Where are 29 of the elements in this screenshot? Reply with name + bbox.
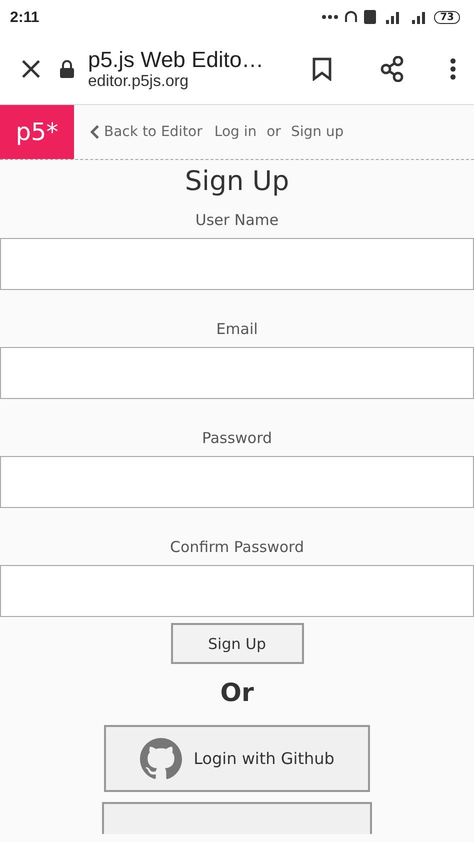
page-url: editor.p5js.org [88,73,190,91]
field-label: Confirm Password [170,538,304,556]
input-field[interactable] [0,456,474,508]
github-login-button[interactable]: Login with Github [104,725,370,792]
battery-level: 73 [434,10,460,24]
login-option-button[interactable] [102,802,372,834]
signup-link[interactable]: Sign up [290,124,344,140]
page-title: p5.js Web Edito… [88,47,265,73]
more-dots-icon [322,15,338,19]
input-field[interactable] [0,565,474,617]
menu-icon [450,58,456,80]
input-field[interactable] [0,238,474,290]
sign-up-button[interactable]: Sign Up [170,623,304,664]
field-label: Email [216,320,258,338]
input-field[interactable] [0,347,474,399]
login-link[interactable]: Log in [214,124,257,140]
clock-time: 2:11 [10,8,40,26]
field-label: Password [202,429,272,447]
cat-silhouette-icon [140,738,182,780]
page-heading: Sign Up [184,166,290,197]
back-link[interactable]: Back to Editor [90,124,202,140]
field-label: User Name [195,211,279,229]
headphones-icon [344,10,358,24]
chevron-left-icon [90,124,100,140]
close-icon [20,58,42,80]
logo[interactable]: p5* [0,105,74,159]
lock-icon [60,60,74,78]
separator-text: or [266,124,281,140]
or-divider: Or [220,678,254,707]
